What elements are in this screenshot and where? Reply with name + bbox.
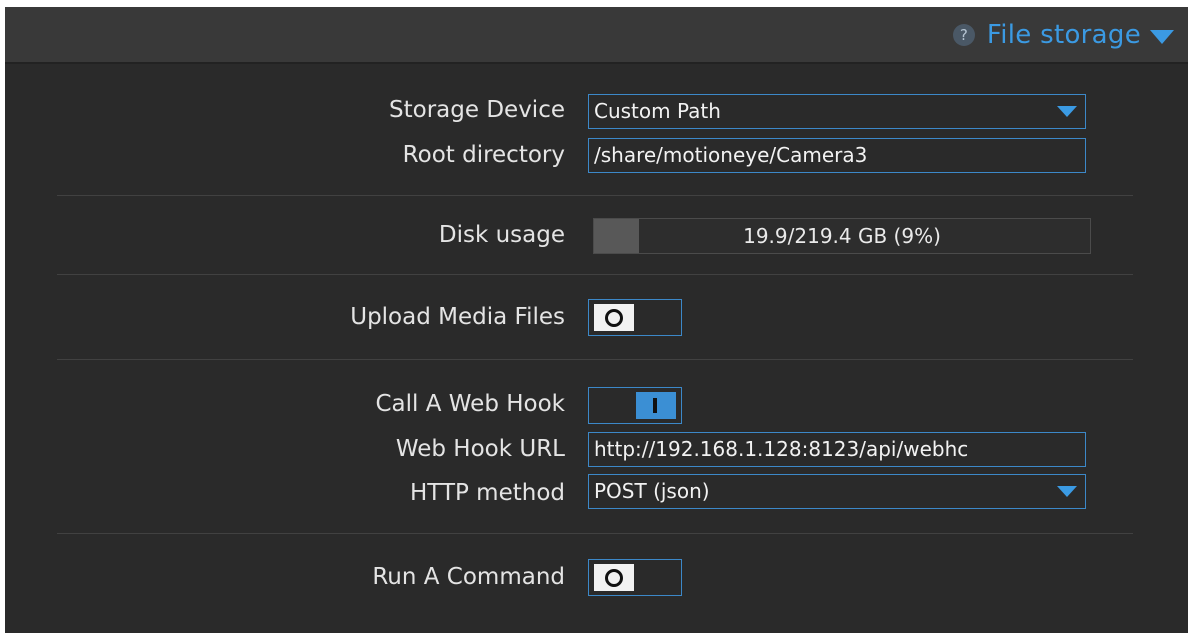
section-header[interactable]: ? File storage xyxy=(5,7,1188,64)
toggle-off-icon xyxy=(594,564,634,591)
storage-device-select[interactable]: Custom Path xyxy=(588,94,1086,129)
upload-media-label: Upload Media Files xyxy=(350,304,565,330)
root-directory-input[interactable]: /share/motioneye/Camera3 xyxy=(588,138,1086,173)
help-icon[interactable]: ? xyxy=(952,24,975,46)
dropdown-arrow-icon xyxy=(1057,486,1077,497)
run-command-label: Run A Command xyxy=(372,564,565,590)
web-hook-label: Call A Web Hook xyxy=(375,391,565,417)
http-method-select[interactable]: POST (json) xyxy=(588,474,1086,509)
divider xyxy=(57,274,1133,275)
root-directory-label: Root directory xyxy=(402,142,565,168)
toggle-on-icon xyxy=(636,392,676,419)
run-command-toggle[interactable] xyxy=(588,559,682,596)
web-hook-url-input[interactable]: http://192.168.1.128:8123/api/webhc xyxy=(588,432,1086,467)
divider xyxy=(57,195,1133,196)
http-method-value: POST (json) xyxy=(594,479,710,503)
web-hook-url-label: Web Hook URL xyxy=(395,436,565,462)
http-method-label: HTTP method xyxy=(410,480,565,506)
web-hook-toggle[interactable] xyxy=(588,387,682,424)
storage-device-value: Custom Path xyxy=(594,99,721,123)
disk-usage-label: Disk usage xyxy=(438,222,565,248)
disk-usage-bar: 19.9/219.4 GB (9%) xyxy=(593,218,1091,254)
collapse-triangle-icon[interactable] xyxy=(1150,29,1174,44)
section-header-controls[interactable]: ? File storage xyxy=(952,19,1174,51)
upload-media-toggle[interactable] xyxy=(588,299,682,336)
disk-usage-text: 19.9/219.4 GB (9%) xyxy=(743,224,941,248)
dropdown-arrow-icon xyxy=(1057,106,1077,117)
file-storage-panel: ? File storage Storage Device Custom Pat… xyxy=(5,7,1188,633)
storage-device-label: Storage Device xyxy=(389,97,565,123)
section-title[interactable]: File storage xyxy=(987,20,1141,50)
divider xyxy=(57,533,1133,534)
toggle-off-icon xyxy=(594,304,634,331)
divider xyxy=(57,359,1133,360)
